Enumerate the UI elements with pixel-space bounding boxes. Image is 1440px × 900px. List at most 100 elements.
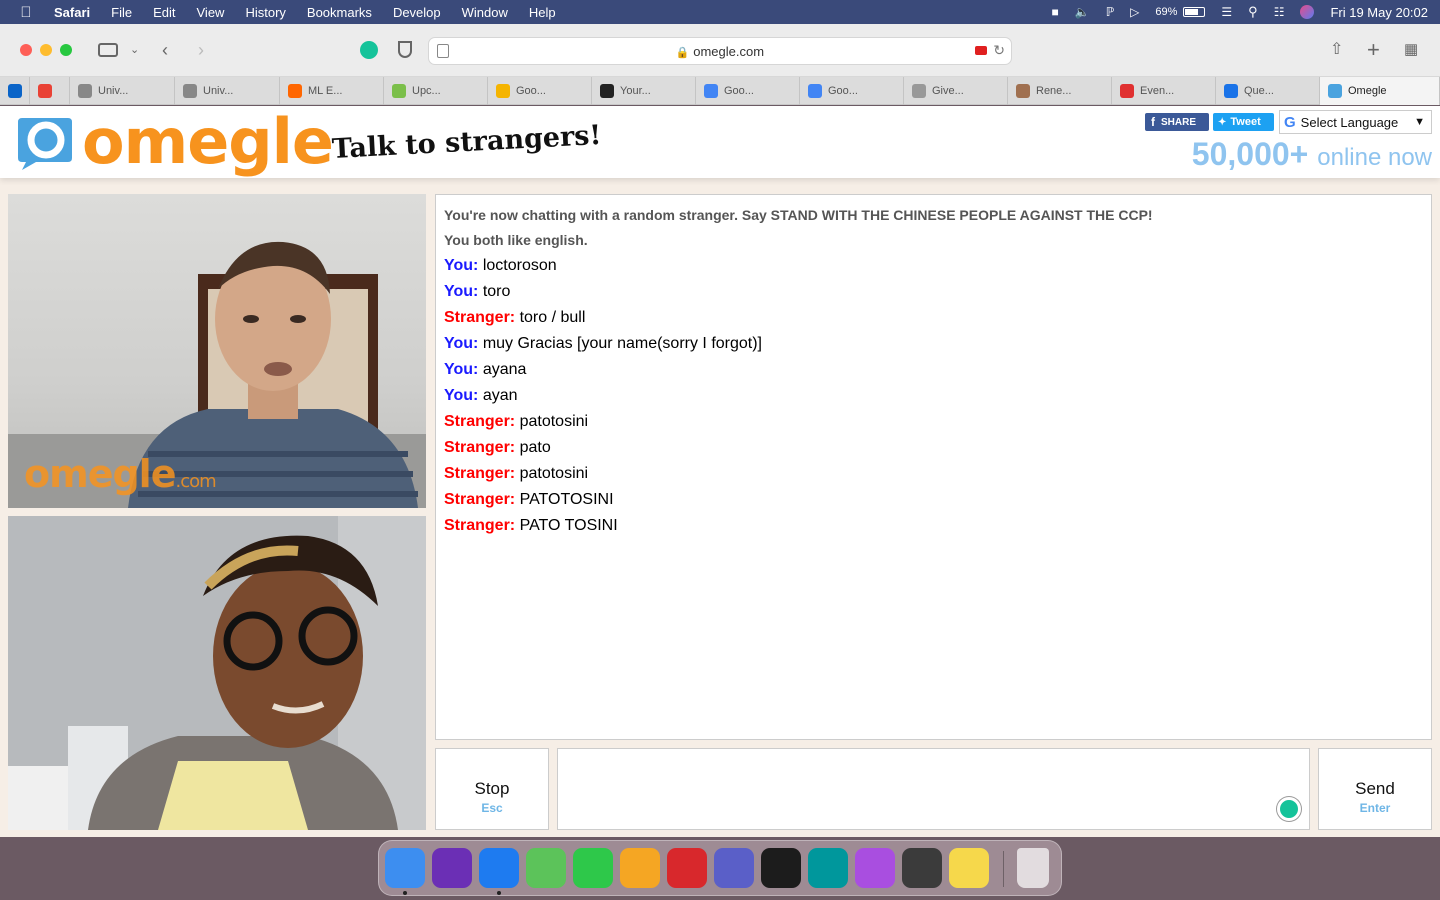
- apple-logo-icon[interactable]: : [18, 4, 34, 21]
- minimize-window-button[interactable]: [40, 44, 52, 56]
- stranger-label: Stranger:: [444, 439, 516, 456]
- menu-view[interactable]: View: [197, 5, 225, 20]
- privacy-shield-icon[interactable]: [398, 41, 412, 58]
- tagline: Talk to strangers!: [331, 119, 603, 165]
- tweet-label: Tweet: [1230, 116, 1261, 128]
- omegle-logo-text[interactable]: omegle: [82, 110, 334, 174]
- share-icon[interactable]: ⇧: [1330, 38, 1343, 62]
- running-indicator: [497, 891, 501, 895]
- tab-group-chevron-icon[interactable]: ⌄: [130, 38, 139, 62]
- you-label: You:: [444, 283, 479, 300]
- outlook-icon: [8, 84, 22, 98]
- finder-icon[interactable]: [385, 848, 425, 888]
- chat-message: You: ayana: [444, 357, 1423, 383]
- s-icon: [78, 84, 92, 98]
- google-g-icon: G: [1284, 113, 1296, 131]
- clock[interactable]: Fri 19 May 20:02: [1330, 5, 1428, 20]
- new-tab-icon[interactable]: +: [1367, 38, 1380, 62]
- chat-message-input[interactable]: [557, 748, 1310, 830]
- facetime-status-icon[interactable]: ■: [1052, 5, 1059, 19]
- stranger-label: Stranger:: [444, 309, 516, 326]
- browser-tab[interactable]: Goo...: [488, 77, 592, 105]
- send-button[interactable]: Send Enter: [1318, 748, 1432, 830]
- control-center-icon[interactable]: ☷: [1274, 5, 1285, 19]
- apple-tv-icon[interactable]: [761, 848, 801, 888]
- spotlight-search-icon[interactable]: ⚲: [1248, 4, 1258, 20]
- browser-tab[interactable]: Rene...: [1008, 77, 1112, 105]
- browser-tab[interactable]: Goo...: [696, 77, 800, 105]
- tab-overview-icon[interactable]: ▦: [1404, 38, 1418, 62]
- back-icon[interactable]: ‹: [162, 38, 168, 62]
- chat-message: Stranger: patotosini: [444, 409, 1423, 435]
- omegle-logo-icon[interactable]: [16, 114, 74, 170]
- browser-tab[interactable]: Upc...: [384, 77, 488, 105]
- teams-icon[interactable]: [714, 848, 754, 888]
- maps-icon[interactable]: [526, 848, 566, 888]
- pages-icon[interactable]: [620, 848, 660, 888]
- grammarly-icon[interactable]: [1277, 797, 1301, 821]
- podcasts-icon[interactable]: [855, 848, 895, 888]
- tab-label: Univ...: [98, 85, 129, 97]
- stop-button[interactable]: Stop Esc: [435, 748, 549, 830]
- facebook-share-button[interactable]: f SHARE: [1145, 113, 1209, 131]
- sublime-text-icon[interactable]: [902, 848, 942, 888]
- menu-window[interactable]: Window: [462, 5, 508, 20]
- siri-icon[interactable]: [1300, 5, 1315, 19]
- safari-icon[interactable]: [479, 848, 519, 888]
- menu-edit[interactable]: Edit: [153, 5, 175, 20]
- grammarly-extension-icon[interactable]: [360, 41, 378, 59]
- browser-tab[interactable]: ML E...: [280, 77, 384, 105]
- play-icon[interactable]: ▷: [1130, 5, 1139, 19]
- tweet-button[interactable]: ✦ Tweet: [1213, 113, 1274, 131]
- omegle-watermark: omegle.com: [24, 452, 217, 496]
- browser-tab[interactable]: Even...: [1112, 77, 1216, 105]
- browser-tab[interactable]: [0, 77, 30, 105]
- arduino-icon[interactable]: [808, 848, 848, 888]
- browser-tab[interactable]: Give...: [904, 77, 1008, 105]
- facetime-icon[interactable]: [573, 848, 613, 888]
- trash-icon[interactable]: [1017, 848, 1049, 888]
- notes-icon[interactable]: [949, 848, 989, 888]
- close-window-button[interactable]: [20, 44, 32, 56]
- browser-tab[interactable]: Your...: [592, 77, 696, 105]
- stranger-label: Stranger:: [444, 465, 516, 482]
- sidebar-toggle-icon[interactable]: [98, 43, 118, 57]
- browser-tab[interactable]: Univ...: [175, 77, 280, 105]
- menu-help[interactable]: Help: [529, 5, 556, 20]
- tab-bar: Univ... Univ... ML E... Upc... Goo... Your...…: [0, 77, 1440, 105]
- google-calendar-icon: [704, 84, 718, 98]
- message-text: PATO TOSINI: [519, 517, 618, 534]
- chat-message: You: ayan: [444, 383, 1423, 409]
- tab-label: Que...: [1244, 85, 1274, 97]
- forward-icon[interactable]: ›: [198, 38, 204, 62]
- stranger-label: Stranger:: [444, 491, 516, 508]
- browser-tab[interactable]: Que...: [1216, 77, 1320, 105]
- browser-tab[interactable]: Univ...: [70, 77, 175, 105]
- reload-icon[interactable]: ↻: [993, 42, 1005, 59]
- battery-icon[interactable]: [1183, 7, 1206, 17]
- tab-label: ML E...: [308, 85, 343, 97]
- stop-label: Stop: [474, 779, 510, 798]
- browser-tab[interactable]: Omegle: [1320, 77, 1440, 105]
- volume-icon[interactable]: 🔈: [1075, 5, 1090, 19]
- chat-message: Stranger: PATOTOSINI: [444, 487, 1423, 513]
- browser-toolbar: ⌄ ‹ › 🔒 omegle.com ↻ ⇧ + ▦: [0, 24, 1440, 77]
- browser-tab[interactable]: [30, 77, 70, 105]
- menu-develop[interactable]: Develop: [393, 5, 441, 20]
- menu-file[interactable]: File: [111, 5, 132, 20]
- siri-icon[interactable]: [432, 848, 472, 888]
- browser-tab[interactable]: Goo...: [800, 77, 904, 105]
- zoom-window-button[interactable]: [60, 44, 72, 56]
- photo-booth-icon[interactable]: [667, 848, 707, 888]
- camera-in-use-icon[interactable]: [975, 46, 987, 55]
- language-select[interactable]: G Select Language ▼: [1279, 110, 1432, 134]
- menu-bookmarks[interactable]: Bookmarks: [307, 5, 372, 20]
- address-bar[interactable]: 🔒 omegle.com ↻: [428, 37, 1012, 65]
- tab-label: Your...: [620, 85, 651, 97]
- tab-label: Goo...: [516, 85, 546, 97]
- app-menu-safari[interactable]: Safari: [54, 5, 90, 20]
- wifi-icon[interactable]: ☰: [1221, 5, 1232, 19]
- menu-history[interactable]: History: [245, 5, 285, 20]
- bluetooth-icon[interactable]: ℙ: [1106, 5, 1114, 19]
- message-text: toro: [482, 283, 511, 300]
